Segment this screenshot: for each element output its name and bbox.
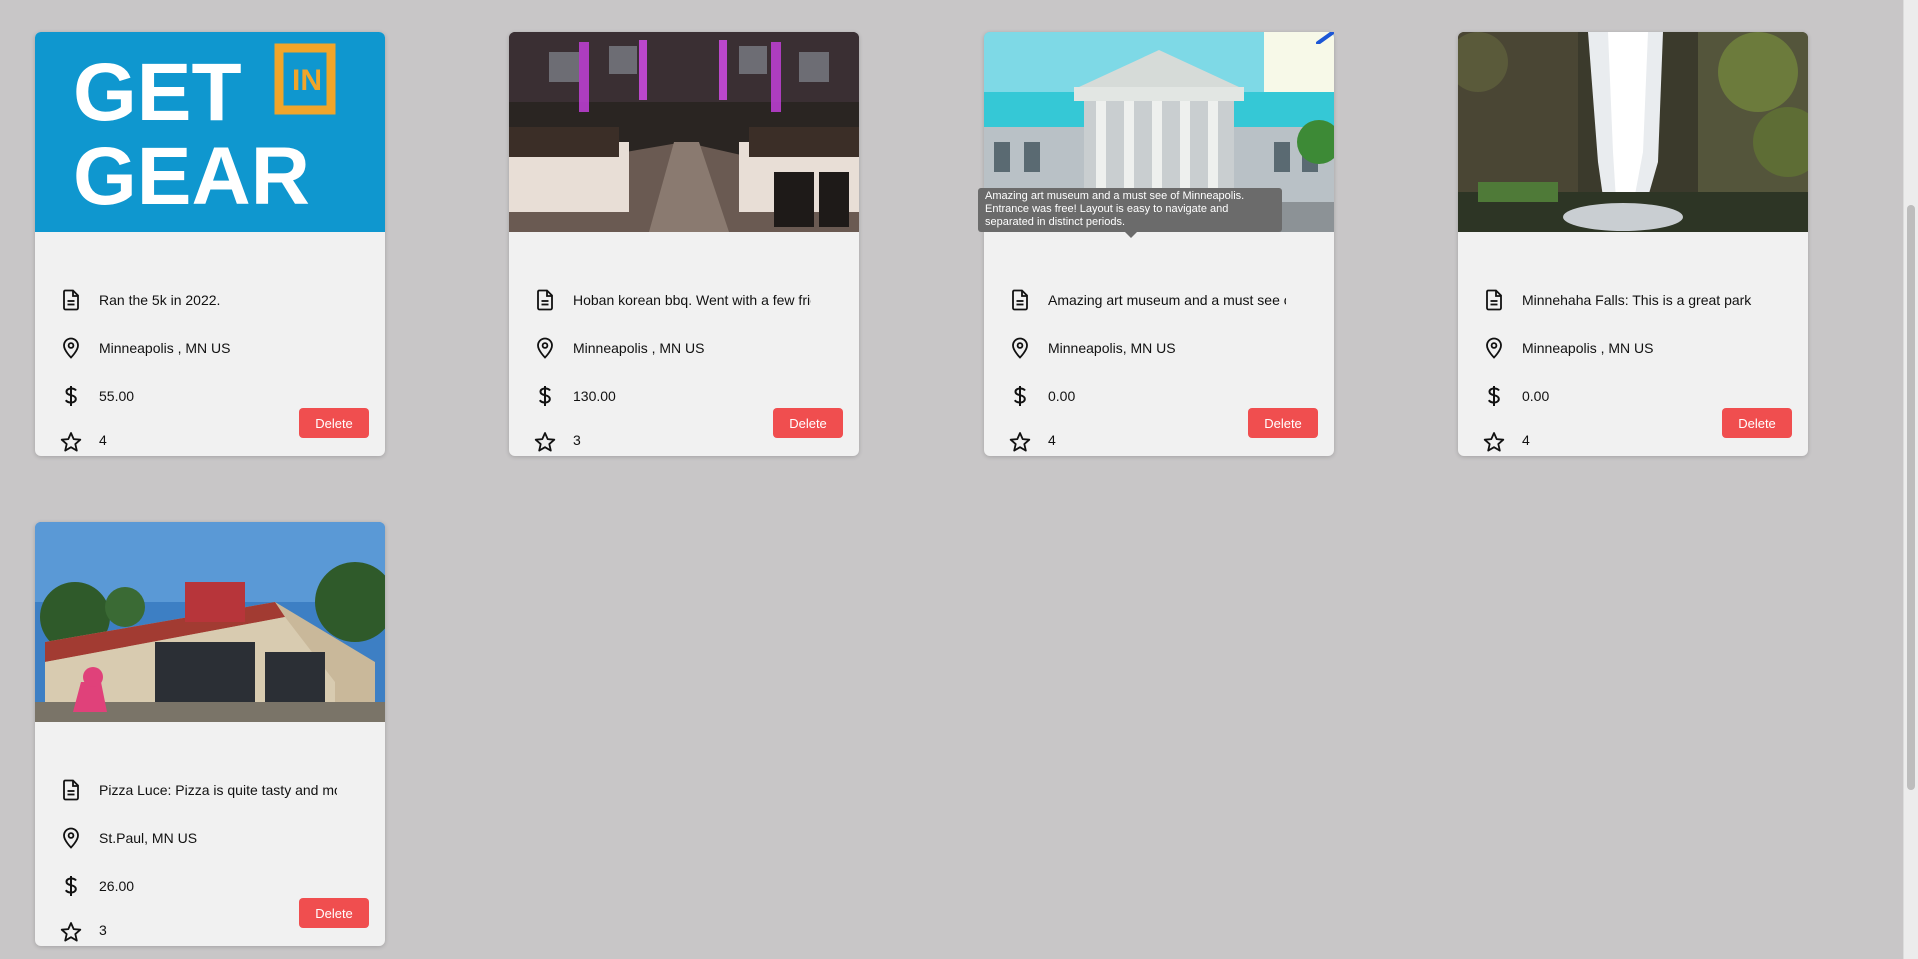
delete-button[interactable]: Delete [1722, 408, 1792, 438]
dollar-icon [1482, 384, 1506, 408]
star-icon [59, 430, 83, 454]
description-text: Pizza Luce: Pizza is quite tasty and mor… [99, 782, 337, 798]
document-icon [1008, 288, 1032, 312]
entry-card: Pizza Luce: Pizza is quite tasty and mor… [35, 522, 385, 946]
map-pin-icon [59, 826, 83, 850]
map-pin-icon [1482, 336, 1506, 360]
price-row: 0.00 [1482, 382, 1782, 410]
location-row: Minneapolis , MN US [1482, 334, 1782, 362]
delete-button[interactable]: Delete [299, 898, 369, 928]
description-row: Pizza Luce: Pizza is quite tasty and mor… [59, 776, 359, 804]
location-row: St.Paul, MN US [59, 824, 359, 852]
document-icon [1482, 288, 1506, 312]
document-icon [59, 288, 83, 312]
description-row: Hoban korean bbq. Went with a few friend… [533, 286, 833, 314]
dollar-icon [533, 384, 557, 408]
entry-photo [509, 32, 859, 232]
map-pin-icon [59, 336, 83, 360]
map-pin-icon [533, 336, 557, 360]
scrollbar-thumb[interactable] [1907, 205, 1915, 790]
star-icon [1008, 430, 1032, 454]
price-text: 0.00 [1522, 388, 1550, 404]
location-row: Minneapolis, MN US [1008, 334, 1308, 362]
price-row: 26.00 [59, 872, 359, 900]
description-row: Ran the 5k in 2022. [59, 286, 359, 314]
star-icon [533, 430, 557, 454]
location-row: Minneapolis , MN US [59, 334, 359, 362]
description-text: Hoban korean bbq. Went with a few friend… [573, 292, 811, 308]
dollar-icon [59, 384, 83, 408]
price-text: 26.00 [99, 878, 135, 894]
location-text: Minneapolis, MN US [1048, 340, 1176, 356]
price-text: 55.00 [99, 388, 135, 404]
delete-button[interactable]: Delete [1248, 408, 1318, 438]
star-icon [1482, 430, 1506, 454]
page: GET IN GEAR Ran the 5k in 2022. Minneapo… [0, 0, 1918, 959]
description-text: Minnehaha Falls: This is a great park [1522, 292, 1752, 308]
location-text: St.Paul, MN US [99, 830, 198, 846]
document-icon [59, 778, 83, 802]
logo-text-gear: GEAR [73, 131, 310, 222]
description-tooltip: Amazing art museum and a must see of Min… [978, 188, 1282, 238]
location-text: Minneapolis , MN US [99, 340, 231, 356]
dollar-icon [1008, 384, 1032, 408]
description-text: Amazing art museum and a must see of Min… [1048, 292, 1286, 308]
price-row: 0.00 [1008, 382, 1308, 410]
location-row: Minneapolis , MN US [533, 334, 833, 362]
description-row: Amazing art museum and a must see of Min… [1008, 286, 1308, 314]
location-text: Minneapolis , MN US [1522, 340, 1654, 356]
entry-photo [1458, 32, 1808, 232]
star-icon [59, 920, 83, 944]
entry-card: Amazing art museum and a must see of Min… [984, 32, 1334, 456]
scrollbar[interactable] [1903, 0, 1918, 959]
logo-text-in: IN [292, 64, 322, 97]
document-icon [533, 288, 557, 312]
entry-photo: GET IN GEAR [35, 32, 385, 232]
map-pin-icon [1008, 336, 1032, 360]
entry-card: Minnehaha Falls: This is a great park Mi… [1458, 32, 1808, 456]
description-row: Minnehaha Falls: This is a great park [1482, 286, 1782, 314]
corner-mark-icon [1316, 32, 1334, 44]
entry-card: GET IN GEAR Ran the 5k in 2022. Minneapo… [35, 32, 385, 456]
dollar-icon [59, 874, 83, 898]
price-row: 55.00 [59, 382, 359, 410]
delete-button[interactable]: Delete [773, 408, 843, 438]
entry-photo [35, 522, 385, 722]
price-text: 130.00 [573, 388, 616, 404]
logo-text-get: GET [73, 47, 242, 138]
price-text: 0.00 [1048, 388, 1076, 404]
location-text: Minneapolis , MN US [573, 340, 705, 356]
description-text: Ran the 5k in 2022. [99, 292, 221, 308]
price-row: 130.00 [533, 382, 833, 410]
entry-card: Hoban korean bbq. Went with a few friend… [509, 32, 859, 456]
delete-button[interactable]: Delete [299, 408, 369, 438]
